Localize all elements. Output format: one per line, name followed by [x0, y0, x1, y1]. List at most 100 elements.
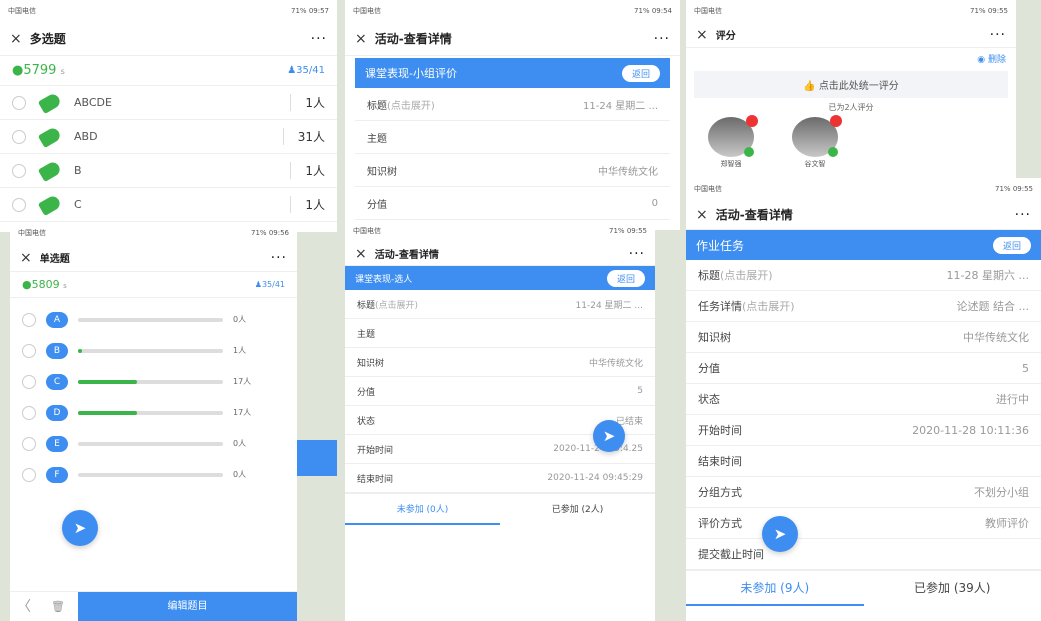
row-value: 5	[637, 386, 643, 396]
send-fab[interactable]: ➤	[762, 516, 798, 552]
student-card[interactable]: 谷文智	[792, 115, 842, 169]
option-count: 0人	[233, 439, 247, 448]
detail-row: 知识树 中华传统文化	[355, 154, 670, 187]
more-icon[interactable]: ···	[1015, 207, 1031, 223]
option-label: B	[74, 164, 82, 177]
radio-button[interactable]	[22, 343, 36, 358]
more-icon[interactable]: ···	[990, 27, 1006, 43]
row-label: 结束时间	[357, 474, 394, 485]
send-fab[interactable]: ➤	[593, 420, 625, 452]
close-icon[interactable]: ×	[696, 207, 708, 223]
detail-row[interactable]: 标题(点击展开) 11-24 星期二 ...	[355, 88, 670, 121]
option-row[interactable]: F 0人	[10, 459, 297, 490]
more-icon[interactable]: ···	[629, 246, 645, 262]
close-icon[interactable]: ×	[696, 27, 708, 43]
section-header: 课堂表现-选人 返回	[345, 266, 655, 290]
option-row[interactable]: ABD 31人	[0, 120, 337, 154]
radio-button[interactable]	[12, 163, 26, 178]
progress-bar	[78, 348, 223, 353]
detail-row: 状态 进行中	[686, 384, 1041, 415]
more-icon[interactable]: ···	[271, 250, 287, 266]
tab-joined[interactable]: 已参加 (39人)	[864, 571, 1041, 606]
rating-screen: 中国电信 71% 09:55 × 评分 ··· ◉ 删除 👍 点击此处统一评分 …	[686, 0, 1016, 180]
row-value: 11-24 星期二 ...	[583, 100, 658, 112]
option-label: C	[74, 198, 82, 211]
option-row[interactable]: C 1人	[0, 188, 337, 222]
radio-button[interactable]	[22, 436, 36, 451]
delete-link[interactable]: ◉ 删除	[686, 48, 1016, 69]
tab-not-joined[interactable]: 未参加 (0人)	[345, 494, 500, 525]
status-bar: 中国电信 71% 09:57	[0, 0, 337, 22]
carrier-label: 中国电信	[18, 229, 46, 237]
close-icon[interactable]: ×	[10, 31, 22, 47]
row-label: 评价方式	[698, 517, 742, 530]
radio-button[interactable]	[22, 312, 36, 327]
single-choice-screen: 中国电信 71% 09:56 × 单选题 ··· ●5809 s ♟35/41 …	[10, 222, 297, 621]
option-row[interactable]: ABCDE 1人	[0, 86, 337, 120]
back-button[interactable]: 返回	[621, 64, 660, 82]
radio-button[interactable]	[22, 405, 36, 420]
option-letter: C	[46, 373, 68, 390]
row-hint: (点击展开)	[742, 300, 795, 313]
detail-row[interactable]: 标题(点击展开) 11-24 星期二 ...	[345, 290, 655, 319]
student-card[interactable]: 郑智强	[708, 115, 758, 169]
back-icon[interactable]: 〈	[10, 592, 38, 621]
row-label: 状态	[698, 393, 720, 406]
page-title: 单选题	[39, 254, 70, 265]
more-icon[interactable]: ···	[654, 31, 670, 47]
check-icon	[828, 147, 838, 157]
progress-bar	[78, 472, 223, 477]
option-row[interactable]: A 0人	[10, 304, 297, 335]
tab-joined[interactable]: 已参加 (2人)	[500, 494, 655, 525]
tag-icon	[37, 159, 63, 182]
score: ●5799 s	[12, 63, 65, 78]
row-value: 中华传统文化	[963, 331, 1029, 344]
radio-button[interactable]	[12, 95, 26, 110]
row-label: 状态	[357, 416, 376, 427]
option-letter: F	[46, 466, 68, 483]
option-count: 31人	[282, 128, 325, 145]
option-row[interactable]: B 1人	[0, 154, 337, 188]
close-icon[interactable]: ×	[355, 31, 367, 47]
tab-not-joined[interactable]: 未参加 (9人)	[686, 571, 864, 606]
back-button[interactable]: 返回	[992, 236, 1031, 254]
multi-choice-screen: 中国电信 71% 09:57 × 多选题 ··· ●5799 s ♟35/41 …	[0, 0, 337, 232]
remove-icon[interactable]	[830, 115, 842, 127]
option-count: 17人	[233, 408, 252, 417]
row-label: 分值	[367, 199, 387, 211]
send-fab[interactable]: ➤	[62, 510, 98, 546]
detail-row: 主题	[355, 121, 670, 154]
row-hint: (点击展开)	[387, 100, 435, 112]
tag-icon	[37, 125, 63, 148]
option-row[interactable]: D 17人	[10, 397, 297, 428]
option-row[interactable]: E 0人	[10, 428, 297, 459]
page-title: 多选题	[29, 32, 66, 46]
more-icon[interactable]: ···	[311, 31, 327, 47]
rate-all-button[interactable]: 👍 点击此处统一评分	[694, 71, 1008, 98]
detail-row: 知识树 中华传统文化	[345, 348, 655, 377]
radio-button[interactable]	[12, 129, 26, 144]
detail-pick-student-screen: 中国电信 71% 09:55 × 活动-查看详情 ··· 课堂表现-选人 返回 …	[345, 220, 655, 621]
radio-button[interactable]	[12, 197, 26, 212]
detail-row[interactable]: 任务详情(点击展开) 论述题 结合 ...	[686, 291, 1041, 322]
trash-icon[interactable]: 🗑	[38, 592, 78, 621]
student-name: 郑智强	[720, 160, 742, 168]
remove-icon[interactable]	[746, 115, 758, 127]
detail-row[interactable]: 标题(点击展开) 11-28 星期六 ...	[686, 260, 1041, 291]
tag-icon	[37, 193, 63, 216]
edit-question-button[interactable]: 编辑题目	[78, 592, 297, 621]
close-icon[interactable]: ×	[20, 250, 32, 266]
score-row: ●5799 s ♟35/41	[0, 56, 337, 86]
send-icon: ➤	[73, 519, 87, 537]
detail-homework-screen: 中国电信 71% 09:55 × 活动-查看详情 ··· 作业任务 返回 标题(…	[686, 178, 1041, 621]
option-row[interactable]: C 17人	[10, 366, 297, 397]
row-label: 知识树	[698, 331, 731, 344]
close-icon[interactable]: ×	[355, 246, 367, 262]
student-name: 谷文智	[804, 160, 826, 168]
partial-button	[297, 440, 337, 476]
detail-row: 开始时间 2020-11-28 10:11:36	[686, 415, 1041, 446]
radio-button[interactable]	[22, 467, 36, 482]
back-button[interactable]: 返回	[606, 269, 645, 287]
radio-button[interactable]	[22, 374, 36, 389]
option-row[interactable]: B 1人	[10, 335, 297, 366]
